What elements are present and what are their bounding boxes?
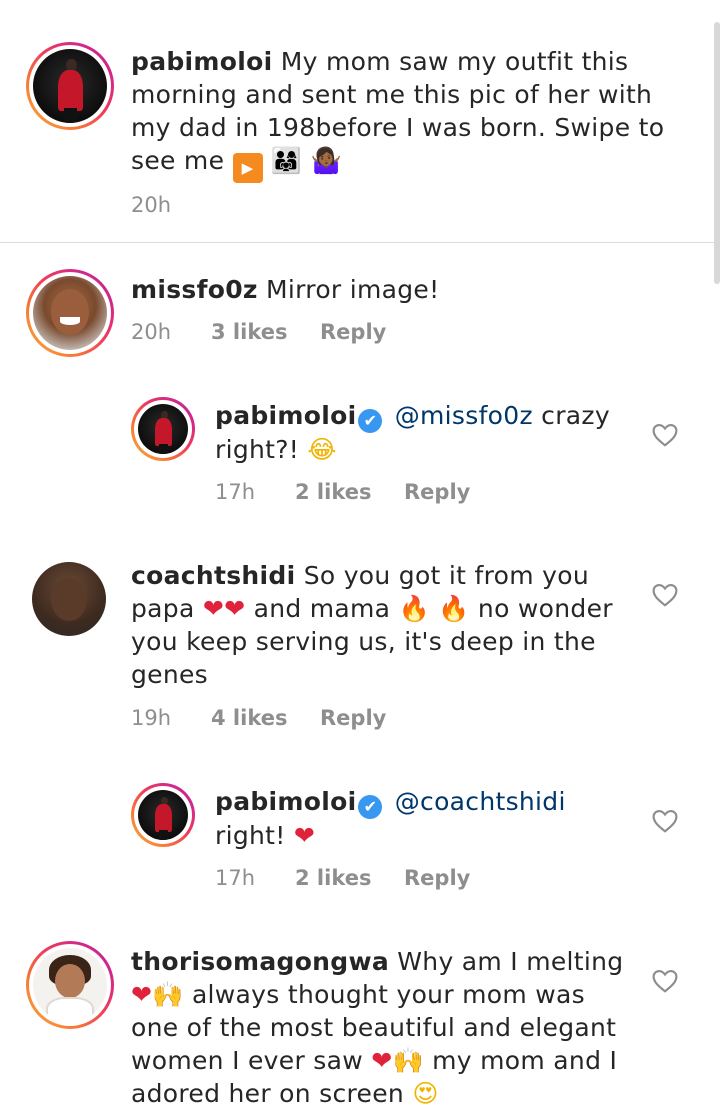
comment-likes[interactable]: 4 likes bbox=[211, 705, 287, 731]
reply-meta: 17h 2 likes Reply bbox=[215, 865, 515, 891]
heart-emoji-icon: ❤ bbox=[293, 821, 316, 850]
reply-mention[interactable]: @missfo0z bbox=[395, 401, 533, 430]
comment-avatar-missfo0z[interactable] bbox=[26, 269, 114, 357]
caption-text: pabimoloi My mom saw my outfit this morn… bbox=[131, 45, 671, 183]
reply-avatar-pabimoloi[interactable] bbox=[131, 397, 195, 461]
comment-text: coachtshidi So you got it from you papa … bbox=[131, 559, 631, 691]
heart-hands-emoji-icon: ❤🙌 bbox=[371, 1046, 424, 1075]
reply-avatar-pabimoloi[interactable] bbox=[131, 783, 195, 847]
reply-button[interactable]: Reply bbox=[320, 705, 386, 731]
caption-time: 20h bbox=[131, 193, 172, 217]
reply-button[interactable]: Reply bbox=[404, 479, 470, 505]
reply-button[interactable]: Reply bbox=[404, 865, 470, 891]
comment-meta: 19h 4 likes Reply bbox=[131, 705, 431, 731]
comment-body: Why am I melting bbox=[397, 947, 624, 976]
caption-username[interactable]: pabimoloi bbox=[131, 47, 272, 76]
comment-username[interactable]: thorisomagongwa bbox=[131, 947, 389, 976]
comment-username[interactable]: missfo0z bbox=[131, 275, 258, 304]
comment-likes[interactable]: 3 likes bbox=[211, 319, 287, 345]
heart-hands-emoji-icon: ❤🙌 bbox=[131, 980, 184, 1009]
comment-username[interactable]: coachtshidi bbox=[131, 561, 295, 590]
reply-meta: 17h 2 likes Reply bbox=[215, 479, 515, 505]
reply-text: pabimoloi ✔ @missfo0z crazy right?! 😂 bbox=[215, 399, 635, 466]
comment-body: and mama bbox=[253, 594, 391, 623]
fire-emoji-icon: 🔥 🔥 bbox=[398, 594, 470, 623]
reply-mention[interactable]: @coachtshidi bbox=[395, 787, 566, 816]
heart-eyes-emoji-icon: 😍 bbox=[412, 1079, 439, 1108]
scrollbar[interactable] bbox=[714, 22, 720, 284]
like-heart-icon[interactable] bbox=[652, 809, 678, 833]
comment-time: 20h bbox=[131, 320, 172, 344]
reply-time: 17h bbox=[215, 866, 256, 890]
reply-username[interactable]: pabimoloi bbox=[215, 787, 356, 816]
play-emoji-icon: ▶ bbox=[232, 153, 263, 183]
family-emoji-icon: 👨‍👩‍👧 bbox=[270, 146, 303, 175]
like-heart-icon[interactable] bbox=[652, 583, 678, 607]
comment-text: missfo0z Mirror image! bbox=[131, 273, 651, 306]
caption-meta: 20h bbox=[131, 192, 431, 218]
caption-divider bbox=[0, 242, 714, 243]
comment-avatar-coachtshidi[interactable] bbox=[32, 562, 106, 636]
reply-username[interactable]: pabimoloi bbox=[215, 401, 356, 430]
comment-time: 19h bbox=[131, 706, 172, 730]
comment-meta: 20h 3 likes Reply bbox=[131, 319, 431, 345]
reply-text: pabimoloi ✔ @coachtshidi right! ❤ bbox=[215, 785, 635, 852]
verified-badge-icon: ✔ bbox=[358, 795, 383, 819]
laughing-emoji-icon: 😂 bbox=[307, 435, 337, 464]
like-heart-icon[interactable] bbox=[652, 969, 678, 993]
like-heart-icon[interactable] bbox=[652, 423, 678, 447]
caption-avatar[interactable] bbox=[26, 42, 114, 130]
heart-emoji-icon: ❤❤ bbox=[202, 594, 246, 623]
reply-body: right! bbox=[215, 821, 286, 850]
reply-likes[interactable]: 2 likes bbox=[295, 865, 371, 891]
comment-text: thorisomagongwa Why am I melting ❤🙌 alwa… bbox=[131, 945, 631, 1110]
comments-screen: pabimoloi My mom saw my outfit this morn… bbox=[0, 0, 720, 1113]
shrug-emoji-icon: 🤷🏾‍♀️ bbox=[310, 146, 342, 175]
comment-avatar-thorisomagongwa[interactable] bbox=[26, 941, 114, 1029]
reply-button[interactable]: Reply bbox=[320, 319, 386, 345]
verified-badge-icon: ✔ bbox=[358, 409, 383, 433]
comment-body: Mirror image! bbox=[266, 275, 440, 304]
reply-time: 17h bbox=[215, 480, 256, 504]
reply-likes[interactable]: 2 likes bbox=[295, 479, 371, 505]
